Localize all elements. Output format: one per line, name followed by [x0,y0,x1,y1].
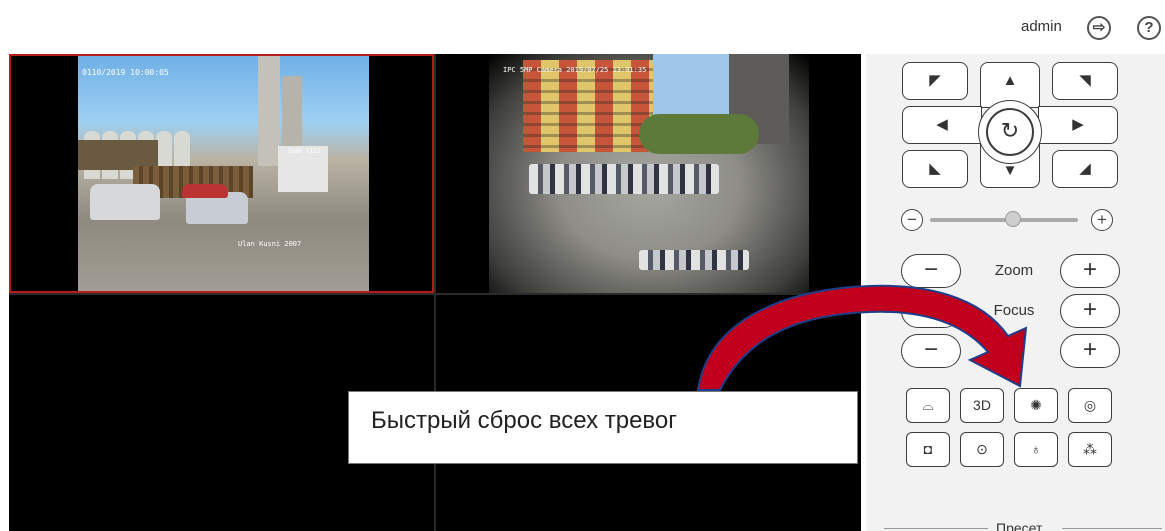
ptz-up-right-button[interactable]: ◥ [1052,62,1118,100]
annotation-arrow [696,284,1028,391]
annotation-arrow-shape [696,284,1028,391]
logout-icon[interactable]: ⇨ [1087,16,1111,40]
speed-plus-button[interactable]: + [1091,209,1113,231]
zoom-label: Zoom [994,262,1034,279]
help-icon[interactable]: ? [1137,16,1161,40]
camera-feed-2: IPC 5MP Camera 2019/07/25 13:01:35 [489,54,809,293]
speed-slider-track[interactable] [930,218,1078,222]
app-root: admin ⇨ ? 0110/2019 10:00:05 5600 7123 U… [0,0,1165,531]
focus-frame-icon[interactable]: ⊙ [960,432,1004,467]
ptz-left-button[interactable]: ◀ [902,106,982,144]
zoom-in-button[interactable]: + [1060,254,1120,288]
speed-minus-button[interactable]: − [901,209,923,231]
focus-far-button[interactable]: + [1060,294,1120,328]
video-cell-2[interactable]: IPC 5MP Camera 2019/07/25 13:01:35 [436,54,861,293]
light-icon[interactable]: ⁂ [1068,432,1112,467]
ptz-up-left-button[interactable]: ◤ [902,62,968,100]
camera-osd-2: IPC 5MP Camera 2019/07/25 13:01:35 [503,66,647,74]
preset-divider-right [1062,528,1162,529]
preset-divider-left [884,528,988,529]
iris-open-button[interactable]: + [1060,334,1120,368]
preset-label: Пресет [996,520,1043,531]
auto-cruise-icon[interactable]: ◎ [1068,388,1112,423]
ptz-down-right-button[interactable]: ◢ [1052,150,1118,188]
ptz-right-button[interactable]: ▶ [1038,106,1118,144]
username-label: admin [1021,18,1062,35]
camera-feed-1: 0110/2019 10:00:05 5600 7123 Ulan Kusni … [78,56,369,291]
camera-osd-1-mid: 5600 7123 [288,148,321,155]
microphone-icon[interactable]: ♁ [1014,432,1058,467]
video-cell-1[interactable]: 0110/2019 10:00:05 5600 7123 Ulan Kusni … [9,54,434,293]
camera-osd-1: 0110/2019 10:00:05 [82,68,169,77]
annotation-callout: Быстрый сброс всех тревог [348,391,858,464]
snapshot-icon[interactable]: ◘ [906,432,950,467]
ptz-down-left-button[interactable]: ◣ [902,150,968,188]
refresh-icon[interactable]: ↻ [986,108,1034,156]
camera-osd-1-bottom: Ulan Kusni 2007 [238,240,302,248]
top-bar: admin ⇨ ? [0,0,1165,52]
speed-slider-handle[interactable] [1005,211,1021,227]
